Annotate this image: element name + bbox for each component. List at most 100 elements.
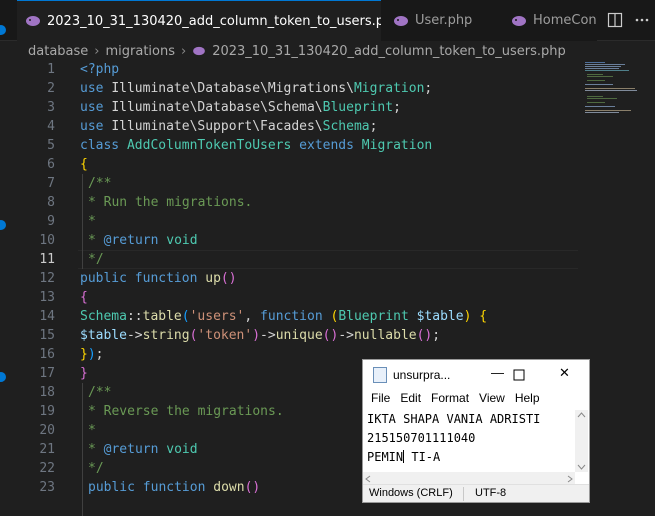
code-token: $table (80, 328, 127, 343)
code-line: }); (80, 347, 103, 362)
indent-guide (82, 383, 83, 516)
line-number: 2 (47, 81, 55, 96)
line-number-current: 11 (39, 252, 55, 267)
code-token: table (142, 309, 182, 324)
chevron-right-icon: › (94, 43, 100, 59)
code-token: ; (424, 81, 433, 96)
line-number: 22 (39, 461, 55, 476)
tab-homecontroller[interactable]: HomeContr (497, 0, 597, 41)
minimap[interactable] (583, 60, 643, 120)
code-token: ( (181, 309, 190, 324)
code-token: unique (275, 328, 323, 343)
code-line: { (80, 290, 88, 305)
code-token: void (166, 442, 198, 457)
line-number: 14 (39, 309, 55, 324)
menu-view[interactable]: View (479, 391, 505, 409)
menu-format[interactable]: Format (431, 391, 469, 409)
code-token: /** (88, 385, 112, 400)
split-editor-icon[interactable] (607, 12, 623, 28)
maximize-icon[interactable] (513, 365, 525, 381)
line-number: 10 (39, 233, 55, 248)
code-line: */ (88, 461, 104, 476)
code-line: public function down() (88, 480, 260, 495)
menu-file[interactable]: File (371, 391, 390, 409)
code-token: ; (95, 347, 104, 362)
code-token: } (80, 347, 88, 362)
code-line: /** (88, 385, 111, 400)
code-token: class (80, 138, 120, 153)
minimize-icon[interactable]: — (491, 365, 504, 380)
code-token: { (479, 309, 488, 324)
notepad-titlebar[interactable]: unsurpra... — ✕ (363, 360, 589, 390)
code-token: Migration (361, 138, 433, 153)
current-line-highlight (78, 250, 578, 269)
code-token: -> (260, 328, 276, 343)
code-token: } (80, 366, 88, 381)
line-number: 16 (39, 347, 55, 362)
line-number: 4 (47, 119, 55, 134)
line-number: 8 (47, 195, 55, 210)
status-divider (463, 487, 464, 501)
code-line: <?php (80, 62, 119, 77)
code-token: use (80, 100, 104, 115)
code-line: /** (88, 176, 111, 191)
code-line: * (88, 214, 96, 229)
line-number: 20 (39, 423, 55, 438)
code-token: Schema (322, 119, 370, 134)
code-token: public (80, 271, 127, 286)
notepad-app-icon (373, 367, 387, 383)
code-token: */ (88, 461, 104, 476)
code-token: Illuminate\Database\Schema\ (111, 100, 323, 115)
code-token: /** (88, 176, 112, 191)
php-elephant-icon (511, 15, 527, 27)
php-elephant-icon (393, 15, 409, 27)
code-token: () (244, 480, 261, 495)
code-token: use (80, 119, 104, 134)
horizontal-scrollbar[interactable] (363, 472, 575, 484)
code-line: public function up() (80, 271, 237, 286)
code-token: use (80, 81, 104, 96)
status-line-ending: Windows (CRLF) (369, 487, 453, 499)
code-token: ) (463, 309, 472, 324)
line-number: 3 (47, 100, 55, 115)
text-segment: TI-A (404, 450, 441, 464)
notepad-text-area[interactable]: IKTA SHAPA VANIA ADRISTI 215150701111040 P… (367, 410, 575, 470)
vertical-scrollbar[interactable] (575, 410, 588, 472)
code-token: void (166, 233, 198, 248)
close-icon[interactable]: ✕ (559, 365, 570, 381)
line-number: 15 (39, 328, 55, 343)
breadcrumb-item-migrations[interactable]: migrations (105, 44, 175, 59)
line-number: 17 (39, 366, 55, 381)
code-token: Blueprint (322, 100, 394, 115)
code-token: -> (338, 328, 354, 343)
line-number: 5 (47, 138, 55, 153)
code-token: Migration (353, 81, 425, 96)
breadcrumb-item-database[interactable]: database (28, 44, 88, 59)
code-line: class AddColumnTokenToUsers extends Migr… (80, 138, 432, 153)
tab-user-php[interactable]: User.php (381, 0, 497, 41)
notepad-window[interactable]: unsurpra... — ✕ File Edit Format View He… (362, 359, 590, 503)
code-line: * (88, 423, 96, 438)
code-token: Illuminate\Database\Migrations\ (111, 81, 354, 96)
more-actions-icon[interactable] (634, 12, 650, 28)
code-token: ; (369, 119, 378, 134)
code-line: * @return void (88, 442, 198, 457)
code-token: * Reverse the migrations. (88, 404, 284, 419)
line-number: 1 (47, 62, 55, 77)
code-token: Illuminate\Support\Facades\ (111, 119, 323, 134)
code-token: , (244, 309, 261, 324)
code-line: $table->string('token')->unique()->nulla… (80, 328, 440, 343)
code-token: * (88, 442, 96, 457)
code-token: 'users' (189, 309, 245, 324)
menu-edit[interactable]: Edit (400, 391, 421, 409)
code-token: ) (252, 328, 261, 343)
code-line: use Illuminate\Database\Migrations\Migra… (80, 81, 432, 96)
code-line: Schema::table('users', function (Bluepri… (80, 309, 487, 324)
code-line: * Run the migrations. (88, 195, 252, 210)
menu-help[interactable]: Help (515, 391, 540, 409)
code-token: { (80, 290, 88, 305)
tab-migration-file[interactable]: 2023_10_31_130420_add_column_token_to_us… (17, 0, 420, 41)
breadcrumb-item-file[interactable]: 2023_10_31_130420_add_column_token_to_us… (212, 44, 566, 59)
code-line: * Reverse the migrations. (88, 404, 284, 419)
code-token: * Run the migrations. (88, 195, 253, 210)
